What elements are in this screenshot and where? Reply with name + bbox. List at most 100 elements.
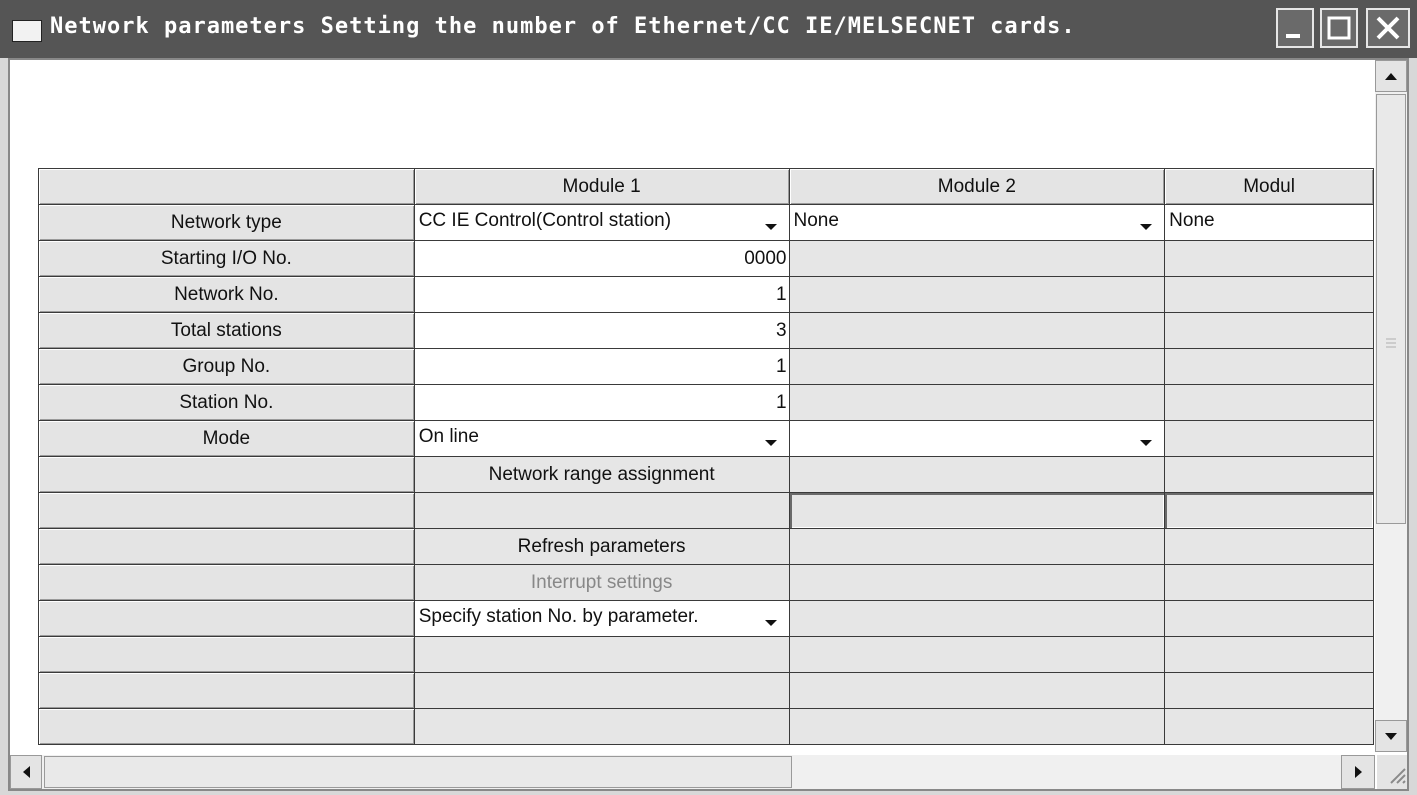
module-1-network-no-input[interactable]: 1	[413, 276, 790, 313]
row-empty	[38, 636, 1374, 673]
dropdown-arrow-icon[interactable]	[759, 611, 783, 633]
module-3-total-stations-cell	[1164, 312, 1374, 349]
close-button[interactable]	[1366, 8, 1410, 48]
label-empty	[38, 528, 415, 565]
interrupt-settings-button[interactable]: Interrupt settings	[413, 564, 790, 601]
scroll-up-button[interactable]	[1375, 60, 1407, 92]
minimize-icon	[1286, 34, 1300, 38]
empty-cell	[788, 708, 1166, 745]
scroll-right-button[interactable]	[1341, 755, 1375, 789]
module-3-network-type-value: None	[1169, 210, 1215, 231]
module-1-station-no-input[interactable]: 1	[413, 384, 790, 421]
app-icon	[12, 20, 42, 42]
header-module-1: Module 1	[413, 168, 790, 205]
module-3-network-no-cell	[1164, 276, 1374, 313]
window-title: Network parameters Setting the number of…	[50, 14, 1076, 39]
row-blank	[38, 492, 1374, 529]
row-total-stations: Total stations 3	[38, 312, 1374, 349]
module-1-network-type-select[interactable]: CC IE Control(Control station)	[413, 204, 790, 241]
module-2-refresh-cell	[788, 528, 1166, 565]
module-2-station-spec-cell	[788, 600, 1166, 637]
row-network-range: Network range assignment	[38, 456, 1374, 493]
label-group-no: Group No.	[38, 348, 415, 385]
maximize-icon	[1327, 16, 1351, 40]
module-2-network-type-value: None	[793, 210, 839, 231]
dropdown-arrow-icon[interactable]	[1134, 431, 1158, 453]
row-refresh: Refresh parameters	[38, 528, 1374, 565]
row-empty	[38, 708, 1374, 745]
refresh-parameters-button[interactable]: Refresh parameters	[413, 528, 790, 565]
module-1-station-spec-value: Specify station No. by parameter.	[418, 606, 699, 627]
scroll-right-icon	[1355, 766, 1362, 778]
row-empty	[38, 672, 1374, 709]
empty-cell	[413, 636, 790, 673]
scroll-down-button[interactable]	[1375, 720, 1407, 752]
row-network-no: Network No. 1	[38, 276, 1374, 313]
maximize-button[interactable]	[1320, 8, 1358, 48]
row-starting-io: Starting I/O No. 0000	[38, 240, 1374, 277]
module-1-mode-select[interactable]: On line	[413, 420, 790, 457]
label-station-no: Station No.	[38, 384, 415, 421]
module-1-blank-cell	[413, 492, 790, 529]
empty-cell	[1164, 708, 1374, 745]
label-network-type: Network type	[38, 204, 415, 241]
scroll-up-icon	[1385, 73, 1397, 80]
dropdown-arrow-icon[interactable]	[1134, 215, 1158, 237]
empty-cell	[413, 708, 790, 745]
header-row: Module 1 Module 2 Modul	[38, 168, 1374, 205]
module-3-refresh-cell	[1164, 528, 1374, 565]
row-station-no: Station No. 1	[38, 384, 1374, 421]
vertical-scroll-thumb[interactable]	[1376, 94, 1406, 524]
label-mode: Mode	[38, 420, 415, 457]
module-1-group-no-input[interactable]: 1	[413, 348, 790, 385]
network-range-assignment-button[interactable]: Network range assignment	[413, 456, 790, 493]
module-3-network-range-cell	[1164, 456, 1374, 493]
scroll-left-button[interactable]	[10, 755, 42, 789]
module-2-total-stations-cell	[788, 312, 1166, 349]
module-1-station-spec-select[interactable]: Specify station No. by parameter.	[413, 600, 790, 637]
module-1-mode-value: On line	[418, 426, 479, 447]
module-3-group-no-cell	[1164, 348, 1374, 385]
grip-lines-icon	[1386, 338, 1396, 348]
module-3-station-no-cell	[1164, 384, 1374, 421]
module-3-station-spec-cell	[1164, 600, 1374, 637]
module-1-total-stations-input[interactable]: 3	[413, 312, 790, 349]
module-2-network-type-select[interactable]: None	[788, 204, 1166, 241]
module-2-starting-io-cell	[788, 240, 1166, 277]
minimize-button[interactable]	[1276, 8, 1314, 48]
dropdown-arrow-icon[interactable]	[759, 215, 783, 237]
empty-cell	[1164, 636, 1374, 673]
label-empty	[38, 708, 415, 745]
module-1-starting-io-input[interactable]: 0000	[413, 240, 790, 277]
header-module-3: Modul	[1164, 168, 1374, 205]
row-station-spec: Specify station No. by parameter.	[38, 600, 1374, 637]
scroll-down-icon	[1385, 733, 1397, 740]
horizontal-scroll-thumb[interactable]	[44, 756, 792, 788]
row-mode: Mode On line	[38, 420, 1374, 457]
label-empty	[38, 492, 415, 529]
resize-grip[interactable]	[1377, 755, 1407, 789]
label-total-stations: Total stations	[38, 312, 415, 349]
horizontal-scrollbar[interactable]	[10, 755, 1375, 789]
module-2-mode-select[interactable]	[788, 420, 1166, 457]
vertical-scrollbar[interactable]	[1375, 60, 1407, 752]
module-2-blank-cell	[788, 492, 1166, 529]
row-interrupt: Interrupt settings	[38, 564, 1374, 601]
module-3-blank-cell	[1164, 492, 1374, 529]
parameter-grid: Module 1 Module 2 Modul Network type CC …	[38, 168, 1374, 754]
label-empty	[38, 672, 415, 709]
header-module-2: Module 2	[788, 168, 1166, 205]
dropdown-arrow-icon[interactable]	[759, 431, 783, 453]
module-3-starting-io-cell	[1164, 240, 1374, 277]
module-2-network-no-cell	[788, 276, 1166, 313]
empty-cell	[413, 672, 790, 709]
network-parameters-window: Network parameters Setting the number of…	[0, 0, 1417, 795]
header-corner	[38, 168, 415, 205]
empty-cell	[788, 672, 1166, 709]
row-group-no: Group No. 1	[38, 348, 1374, 385]
empty-cell	[788, 636, 1166, 673]
module-3-network-type-select[interactable]: None	[1164, 204, 1374, 241]
module-2-group-no-cell	[788, 348, 1166, 385]
title-bar[interactable]: Network parameters Setting the number of…	[0, 0, 1417, 58]
label-empty	[38, 456, 415, 493]
